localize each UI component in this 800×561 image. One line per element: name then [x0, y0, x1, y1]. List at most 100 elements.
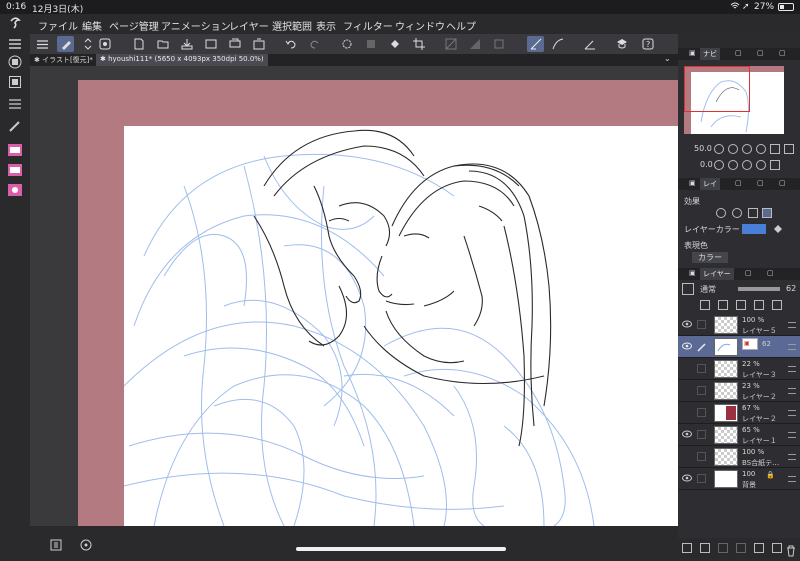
drag-handle-icon[interactable] [788, 476, 796, 482]
tab-navigator[interactable]: ナビ [700, 48, 720, 60]
menu-file[interactable]: ファイル [38, 18, 78, 33]
rotate-left-icon[interactable] [714, 160, 724, 170]
menu-page[interactable]: ページ管理 [109, 18, 159, 33]
effect-pattern-icon[interactable] [748, 208, 758, 218]
open-folder-icon[interactable] [154, 36, 171, 52]
navigator-tab-icon[interactable]: ▣ [686, 48, 699, 60]
rotate-reset-icon[interactable] [742, 160, 752, 170]
layer-row[interactable]: 100 % レイヤー５ [678, 314, 800, 336]
print-icon[interactable] [226, 36, 243, 52]
tab-icon-3[interactable]: ▢ [754, 178, 767, 190]
tab-layer-property[interactable]: レイ [700, 178, 720, 190]
menu-layer[interactable]: レイヤー [229, 18, 269, 33]
eye-icon[interactable] [682, 320, 692, 330]
effect-border-icon[interactable] [716, 208, 726, 218]
layer-color-swatch[interactable] [742, 224, 766, 234]
selection-icon[interactable] [490, 36, 507, 52]
drag-handle-icon[interactable] [788, 454, 796, 460]
layer-select-box[interactable] [697, 430, 706, 439]
layer-select-box[interactable] [697, 452, 706, 461]
redo-icon[interactable] [306, 36, 323, 52]
drag-handle-icon[interactable] [788, 410, 796, 416]
new-vector-layer-icon[interactable] [700, 543, 710, 553]
new-file-icon[interactable] [130, 36, 147, 52]
canvas-paper[interactable] [124, 126, 678, 526]
menu-window[interactable]: ウィンドウ [395, 18, 445, 33]
menu-view[interactable]: 表示 [316, 18, 336, 33]
new-folder-icon[interactable] [718, 543, 728, 553]
canvas-area[interactable] [30, 66, 678, 526]
clear-icon[interactable] [362, 36, 379, 52]
drag-handle-icon[interactable] [788, 366, 796, 372]
palette-panel-icon[interactable] [6, 74, 24, 90]
sub-tool-tab-icon[interactable]: ▢ [732, 48, 745, 60]
menu-help[interactable]: ヘルプ [446, 18, 476, 33]
navigator-viewport[interactable] [684, 66, 750, 112]
lock-layer-icon[interactable] [736, 300, 746, 310]
blend-mode[interactable]: 通常 [700, 284, 716, 295]
material-icon-3[interactable] [6, 182, 24, 198]
trash-icon[interactable] [786, 542, 796, 561]
fill-bucket-icon-small[interactable] [772, 223, 784, 237]
merge-down-icon[interactable] [736, 543, 746, 553]
fill-bucket-icon[interactable] [386, 36, 403, 52]
mask-icon[interactable] [754, 543, 764, 553]
draft-layer-icon[interactable] [718, 300, 728, 310]
crop-icon[interactable] [410, 36, 427, 52]
lock-alpha-icon[interactable] [754, 300, 764, 310]
fit-screen-icon[interactable] [770, 144, 780, 154]
zoom-out-icon[interactable] [714, 144, 724, 154]
export-icon[interactable] [202, 36, 219, 52]
navigator-preview[interactable] [684, 66, 784, 134]
layer-row[interactable]: 65 % レイヤー１ [678, 424, 800, 446]
layer-row[interactable]: 67 % レイヤー２ [678, 402, 800, 424]
layer-row[interactable]: 100 % BS合紙テ… [678, 446, 800, 468]
chevron-updown-icon[interactable] [79, 36, 96, 52]
zoom-in-icon[interactable] [728, 144, 738, 154]
menu-edit[interactable]: 編集 [82, 18, 102, 33]
layer-select-box[interactable] [697, 408, 706, 417]
opacity-value[interactable]: 62 [786, 284, 796, 293]
app-switch-icon[interactable] [96, 36, 113, 52]
menu-animation[interactable]: アニメーション [161, 18, 231, 33]
layers-tab-icon-2[interactable]: ▢ [742, 268, 755, 280]
hamburger-menu-icon[interactable] [6, 36, 24, 52]
chevron-down-icon[interactable]: ⌄ [664, 54, 671, 63]
drag-handle-icon[interactable] [788, 432, 796, 438]
preview-tab-icon[interactable]: ▢ [776, 48, 789, 60]
invert-icon[interactable] [466, 36, 483, 52]
opacity-slider[interactable] [738, 287, 780, 291]
flip-vertical-icon[interactable] [770, 160, 780, 170]
graduation-cap-icon[interactable] [613, 36, 630, 52]
drag-handle-icon[interactable] [788, 322, 796, 328]
curve-snap-icon[interactable] [549, 36, 566, 52]
layer-panel-icon[interactable] [6, 54, 24, 70]
expression-select[interactable]: カラー [678, 250, 800, 264]
layer-row[interactable]: 100 背景 🔒 [678, 468, 800, 490]
clip-layer-icon[interactable] [772, 300, 782, 310]
reference-icon[interactable] [80, 536, 92, 555]
fullscreen-icon[interactable] [784, 144, 794, 154]
layers-tab-icon[interactable]: ▣ [686, 268, 699, 280]
flip-horizontal-icon[interactable] [756, 160, 766, 170]
property-tab-icon[interactable]: ▣ [686, 178, 699, 190]
layers-tab-icon-3[interactable]: ▢ [764, 268, 777, 280]
drag-handle-icon[interactable] [788, 344, 796, 350]
layer-select-box[interactable] [697, 320, 706, 329]
deselect-icon[interactable] [442, 36, 459, 52]
tab-layers[interactable]: レイヤー [700, 268, 734, 280]
zoom-reset-icon[interactable] [756, 144, 766, 154]
edit-mode-icon[interactable] [57, 36, 74, 52]
transform-icon[interactable] [338, 36, 355, 52]
layer-select-box[interactable] [697, 386, 706, 395]
layer-row-selected[interactable]: ▣ 62 [678, 336, 800, 358]
rotate-right-icon[interactable] [728, 160, 738, 170]
effect-layer-color-icon[interactable] [762, 208, 772, 218]
app-logo-icon[interactable] [8, 16, 22, 33]
eye-icon[interactable] [682, 342, 692, 352]
save-icon[interactable] [178, 36, 195, 52]
perspective-icon[interactable] [581, 36, 598, 52]
layer-select-box[interactable] [697, 364, 706, 373]
ruler-snap-icon[interactable] [527, 36, 544, 52]
effect-tone-icon[interactable] [732, 208, 742, 218]
